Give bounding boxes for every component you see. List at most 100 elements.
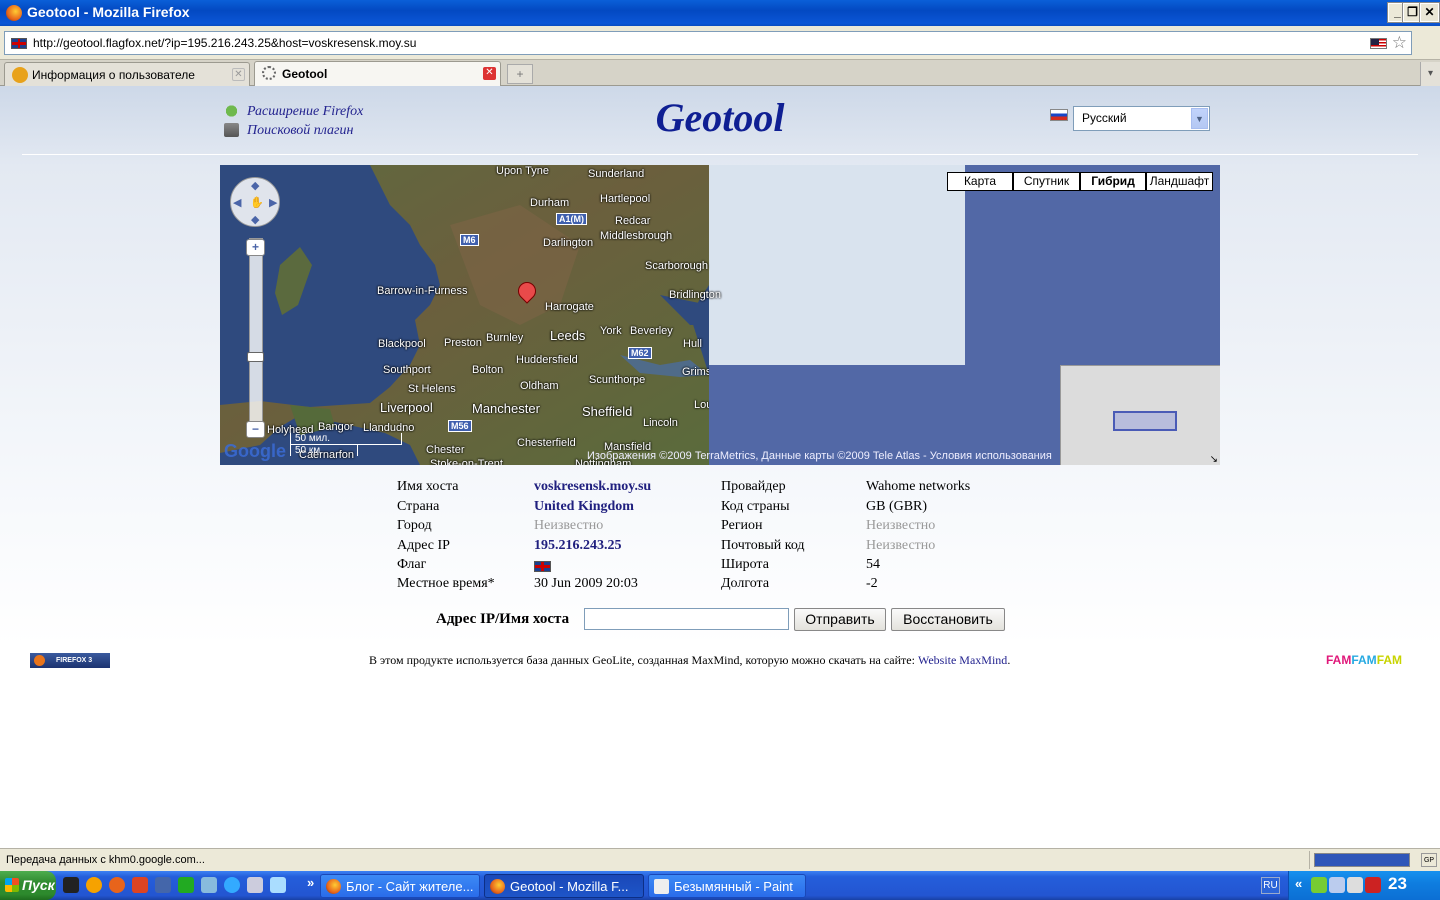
flagfox-us-flag-icon[interactable] bbox=[1370, 38, 1387, 49]
info-value: Неизвестно bbox=[866, 518, 936, 533]
tab-list-dropdown[interactable]: ▾ bbox=[1420, 62, 1440, 86]
maptype-map-button[interactable]: Карта bbox=[947, 172, 1013, 191]
map-place-label: Hartlepool bbox=[600, 193, 651, 205]
firefox3-badge[interactable]: FIREFOX 3 bbox=[30, 653, 110, 668]
extension-links: Расширение Firefox Поисковой плагин bbox=[224, 102, 363, 140]
tray-volume-icon[interactable] bbox=[1347, 877, 1363, 893]
map-place-label: Manchester bbox=[472, 401, 540, 416]
task-blog-window[interactable]: Блог - Сайт жителе... bbox=[320, 874, 480, 898]
search-plugin-icon bbox=[224, 123, 239, 137]
famfamfam-logo[interactable]: FAMFAMFAM bbox=[1326, 653, 1402, 667]
quicklaunch-icon[interactable] bbox=[86, 877, 102, 893]
map-place-label: Preston bbox=[444, 337, 482, 349]
quicklaunch-icon[interactable] bbox=[247, 877, 263, 893]
reset-button[interactable]: Восстановить bbox=[891, 608, 1005, 631]
zoom-slider-track[interactable] bbox=[249, 238, 263, 436]
task-geotool-window[interactable]: Geotool - Mozilla F... bbox=[484, 874, 644, 898]
maptype-terrain-button[interactable]: Ландшафт bbox=[1146, 172, 1213, 191]
info-value: Неизвестно bbox=[866, 538, 936, 553]
map-place-label: Southport bbox=[383, 364, 431, 376]
status-badge[interactable]: GP bbox=[1421, 853, 1437, 867]
info-value[interactable]: United Kingdom bbox=[534, 499, 634, 515]
maxmind-link[interactable]: Website MaxMind bbox=[918, 653, 1007, 667]
map-place-label: Redcar bbox=[615, 215, 651, 227]
start-button[interactable]: Пуск bbox=[0, 871, 56, 900]
search-plugin-link[interactable]: Поисковой плагин bbox=[224, 121, 363, 140]
close-tab-icon[interactable]: ✕ bbox=[483, 67, 496, 80]
new-tab-button[interactable]: + bbox=[507, 64, 533, 84]
windows-taskbar: Пуск » Блог - Сайт жителе... Geotool - M… bbox=[0, 871, 1440, 900]
maptype-hybrid-button[interactable]: Гибрид bbox=[1080, 172, 1146, 191]
quicklaunch-icon[interactable] bbox=[155, 877, 171, 893]
hand-icon[interactable]: ✋ bbox=[250, 196, 264, 209]
puzzle-piece-icon bbox=[224, 104, 239, 118]
zoom-slider-thumb[interactable] bbox=[247, 352, 264, 362]
host-input[interactable] bbox=[584, 608, 789, 630]
pan-up-icon[interactable]: ◆ bbox=[251, 179, 259, 192]
quicklaunch-opera-icon[interactable] bbox=[132, 877, 148, 893]
submit-button[interactable]: Отправить bbox=[794, 608, 886, 631]
map-place-label: Stoke-on-Trent bbox=[430, 458, 503, 465]
info-value[interactable]: 195.216.243.25 bbox=[534, 538, 622, 554]
map-pan-control[interactable]: ◆ ◀ ▶ ◆ ✋ bbox=[230, 177, 280, 227]
info-label: Провайдер bbox=[721, 479, 786, 494]
map-copyright[interactable]: Изображения ©2009 TerraMetrics, Данные к… bbox=[587, 450, 1052, 462]
pan-down-icon[interactable]: ◆ bbox=[251, 213, 259, 226]
bookmark-star-icon[interactable]: ☆ bbox=[1392, 33, 1407, 53]
close-tab-icon[interactable]: ✕ bbox=[232, 68, 245, 81]
maptype-satellite-button[interactable]: Спутник bbox=[1013, 172, 1080, 191]
overview-viewport[interactable] bbox=[1113, 411, 1177, 431]
map-place-label: Upon Tyne bbox=[496, 165, 550, 177]
quicklaunch-icon[interactable] bbox=[63, 877, 79, 893]
task-paint-window[interactable]: Безымянный - Paint bbox=[648, 874, 806, 898]
chevron-down-icon[interactable]: ▼ bbox=[1191, 108, 1208, 129]
google-map[interactable]: Upon Tyne Sunderland Durham Hartlepool Redca… bbox=[220, 165, 1220, 465]
page-favicon-icon bbox=[12, 67, 28, 83]
tray-icon[interactable] bbox=[1311, 877, 1327, 893]
pan-right-icon[interactable]: ▶ bbox=[269, 196, 277, 209]
info-value: 54 bbox=[866, 557, 880, 572]
tray-antivirus-icon[interactable] bbox=[1365, 877, 1381, 893]
info-label: Флаг bbox=[397, 557, 427, 572]
pan-left-icon[interactable]: ◀ bbox=[233, 196, 241, 209]
famfam-logo-part: FAM bbox=[1351, 653, 1377, 667]
quicklaunch-icon[interactable] bbox=[178, 877, 194, 893]
zoom-in-button[interactable]: + bbox=[246, 239, 265, 256]
map-place-label: Chesterfield bbox=[517, 437, 576, 449]
quicklaunch-icon[interactable] bbox=[201, 877, 217, 893]
tab-bar: Информация о пользователе ✕ Geotool ✕ + … bbox=[0, 60, 1440, 86]
tab-geotool[interactable]: Geotool ✕ bbox=[254, 61, 501, 86]
overview-toggle-icon[interactable]: ↘ bbox=[1210, 454, 1218, 465]
map-overview[interactable]: ↘ bbox=[1060, 365, 1220, 465]
quicklaunch-icon[interactable] bbox=[270, 877, 286, 893]
info-value: GB (GBR) bbox=[866, 499, 928, 514]
zoom-out-button[interactable]: − bbox=[246, 421, 265, 438]
map-place-label: Durham bbox=[530, 197, 570, 209]
tray-expand-icon[interactable]: « bbox=[1295, 876, 1302, 891]
map-place-label: St Helens bbox=[408, 383, 456, 395]
quicklaunch-overflow[interactable]: » bbox=[307, 875, 314, 890]
firefox-extension-link[interactable]: Расширение Firefox bbox=[224, 102, 363, 121]
keyboard-language-indicator[interactable]: RU bbox=[1261, 877, 1280, 894]
map-place-label: Lincoln bbox=[643, 417, 678, 429]
info-label: Код страны bbox=[721, 499, 790, 514]
site-title[interactable]: Geotool bbox=[640, 94, 800, 141]
google-logo[interactable]: Google bbox=[224, 441, 286, 462]
quicklaunch-skype-icon[interactable] bbox=[224, 877, 240, 893]
info-value[interactable]: voskresensk.moy.su bbox=[534, 479, 651, 495]
address-bar[interactable]: http://geotool.flagfox.net/?ip=195.216.2… bbox=[4, 31, 1412, 55]
loading-spinner-icon bbox=[262, 66, 276, 80]
close-window-button[interactable]: ✕ bbox=[1419, 2, 1440, 23]
navigation-toolbar: http://geotool.flagfox.net/?ip=195.216.2… bbox=[0, 26, 1440, 60]
russia-flag-icon bbox=[1050, 109, 1068, 121]
tray-network-icon[interactable] bbox=[1329, 877, 1345, 893]
language-select[interactable]: Русский ▼ bbox=[1073, 106, 1210, 131]
clock[interactable]: 23 bbox=[1388, 874, 1407, 894]
map-place-label: Sunderland bbox=[588, 168, 645, 180]
quicklaunch-firefox-icon[interactable] bbox=[109, 877, 125, 893]
window-titlebar[interactable]: Geotool - Mozilla Firefox _ ❐ ✕ bbox=[0, 0, 1440, 26]
site-flag-icon[interactable] bbox=[11, 38, 27, 49]
address-url[interactable]: http://geotool.flagfox.net/?ip=195.216.2… bbox=[33, 36, 416, 50]
info-label: Широта bbox=[721, 557, 769, 572]
tab-user-info[interactable]: Информация о пользователе ✕ bbox=[4, 62, 250, 86]
